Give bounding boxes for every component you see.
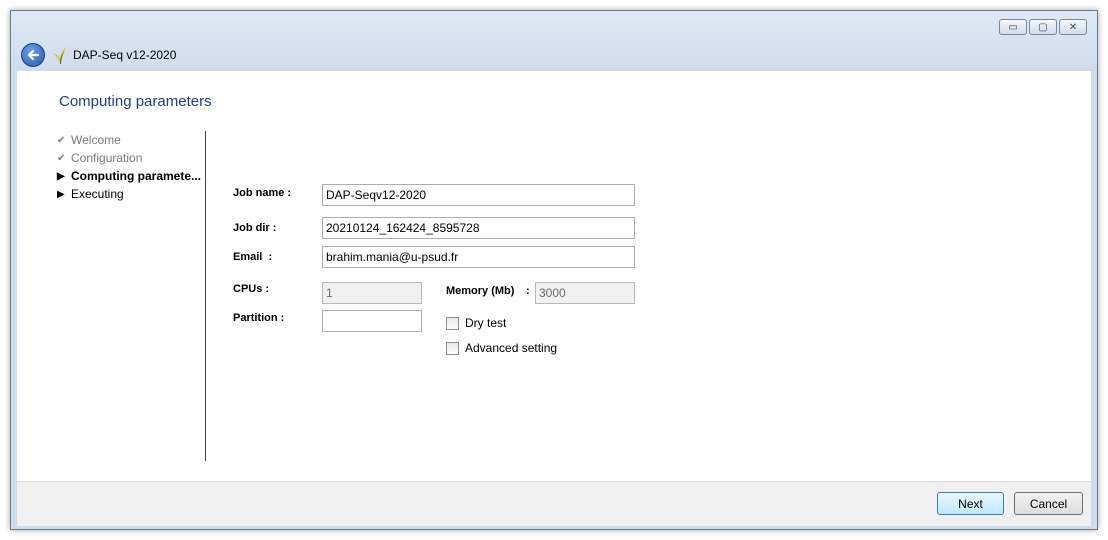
memory-input bbox=[535, 282, 635, 304]
partition-label: Partition : bbox=[233, 312, 285, 324]
page-title: Computing parameters bbox=[59, 93, 212, 110]
partition-input[interactable] bbox=[322, 310, 422, 332]
app-logo-icon bbox=[53, 47, 66, 64]
title-bar: ▭ ▢ ✕ DAP-Seq v12-2020 bbox=[11, 11, 1097, 71]
arrow-right-icon: ▶ bbox=[57, 188, 65, 200]
check-icon: ✔ bbox=[57, 134, 66, 146]
step-label: Welcome bbox=[71, 133, 121, 147]
step-label: Computing paramete... bbox=[71, 169, 202, 183]
window-controls: ▭ ▢ ✕ bbox=[999, 19, 1087, 35]
job-name-input[interactable] bbox=[322, 184, 635, 206]
arrow-right-icon: ▶ bbox=[57, 170, 65, 182]
step-label: Executing bbox=[71, 187, 124, 201]
dry-test-checkbox[interactable] bbox=[446, 316, 459, 330]
memory-label: Memory (Mb) bbox=[446, 285, 515, 297]
dry-test-label: Dry test bbox=[465, 316, 507, 330]
check-icon: ✔ bbox=[57, 152, 66, 164]
content-area: Computing parameters ✔ Welcome ✔ Configu… bbox=[17, 71, 1091, 481]
maximize-icon: ▢ bbox=[1038, 21, 1048, 33]
footer-bar: Next Cancel bbox=[17, 481, 1091, 526]
minimize-button[interactable]: ▭ bbox=[999, 19, 1027, 35]
maximize-button[interactable]: ▢ bbox=[1029, 19, 1057, 35]
app-title: DAP-Seq v12-2020 bbox=[73, 48, 177, 62]
step-label: Configuration bbox=[71, 151, 143, 165]
step-computing-parameters: ▶ Computing paramete... bbox=[57, 167, 201, 185]
email-label: Email : bbox=[233, 251, 273, 263]
close-icon: ✕ bbox=[1068, 21, 1078, 33]
advanced-setting-label: Advanced setting bbox=[465, 341, 558, 355]
next-button[interactable]: Next bbox=[937, 492, 1004, 515]
cpus-input bbox=[322, 282, 422, 304]
close-button[interactable]: ✕ bbox=[1059, 19, 1087, 35]
wizard-steps: ✔ Welcome ✔ Configuration ▶ Computing pa… bbox=[57, 131, 201, 203]
back-button[interactable] bbox=[21, 43, 45, 67]
step-executing: ▶ Executing bbox=[57, 185, 201, 203]
memory-separator: : bbox=[526, 285, 530, 297]
email-input[interactable] bbox=[322, 246, 635, 268]
back-arrow-icon bbox=[27, 49, 40, 61]
wizard-window: ▭ ▢ ✕ DAP-Seq v12-2020 Computing paramet… bbox=[10, 10, 1098, 530]
job-dir-label: Job dir : bbox=[233, 222, 277, 234]
advanced-setting-option[interactable]: Advanced setting bbox=[446, 341, 557, 355]
cpus-label: CPUs : bbox=[233, 283, 270, 295]
steps-divider bbox=[205, 131, 206, 461]
job-name-label: Job name : bbox=[233, 187, 292, 199]
step-welcome: ✔ Welcome bbox=[57, 131, 201, 149]
advanced-setting-checkbox[interactable] bbox=[446, 341, 459, 355]
cancel-button[interactable]: Cancel bbox=[1014, 492, 1083, 515]
job-dir-input[interactable] bbox=[322, 217, 635, 239]
dry-test-option[interactable]: Dry test bbox=[446, 316, 506, 330]
step-configuration: ✔ Configuration bbox=[57, 149, 201, 167]
minimize-icon: ▭ bbox=[1008, 21, 1018, 33]
